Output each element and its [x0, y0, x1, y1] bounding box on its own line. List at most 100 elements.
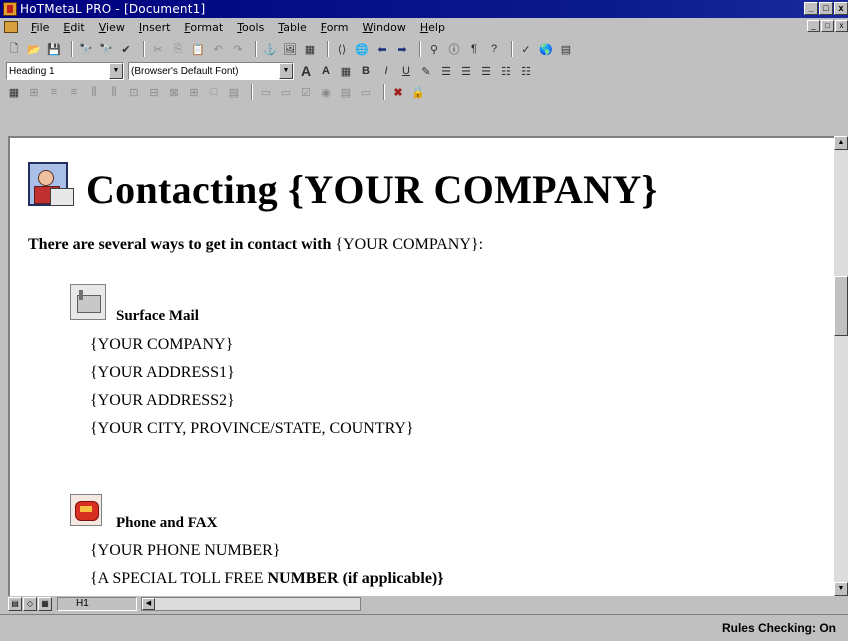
cell-merge-icon[interactable]: ⊡	[126, 84, 142, 100]
form-text-icon[interactable]: ▭	[358, 84, 374, 100]
maximize-button[interactable]: □	[819, 2, 833, 15]
minimize-button[interactable]: _	[804, 2, 818, 15]
menu-insert[interactable]: Insert	[132, 21, 178, 34]
form-list-icon[interactable]: ▤	[338, 84, 354, 100]
validate-icon[interactable]: ✓	[518, 41, 534, 57]
column-insert-icon[interactable]: ⫼	[86, 84, 102, 100]
scroll-up-icon[interactable]: ▲	[834, 136, 848, 150]
scroll-left-icon[interactable]: ◀	[142, 598, 155, 610]
mail-line: {YOUR ADDRESS1}	[90, 364, 235, 381]
border-icon[interactable]: □	[206, 84, 222, 100]
info-icon[interactable]: ⓘ	[446, 41, 462, 57]
menu-form[interactable]: Form	[314, 21, 356, 34]
align-right-icon[interactable]: ☰	[478, 63, 494, 79]
form-field-icon[interactable]: ▭	[258, 84, 274, 100]
browse-icon[interactable]: ⚲	[426, 41, 442, 57]
style-icon[interactable]: ✎	[418, 63, 434, 79]
doc-restore-button[interactable]: □	[821, 20, 834, 32]
form-button-icon[interactable]: ▭	[278, 84, 294, 100]
font-size-increase-icon[interactable]: A	[298, 63, 314, 79]
tools-icon[interactable]: ✖	[390, 84, 406, 100]
tags-view-icon[interactable]: ◇	[23, 597, 37, 611]
window-title: HoTMetaL PRO - [Document1]	[20, 2, 206, 16]
menu-tools[interactable]: Tools	[230, 21, 271, 34]
paragraph-style-select[interactable]: Heading 1 ▼	[6, 62, 124, 80]
menu-table[interactable]: Table	[271, 21, 313, 34]
close-button[interactable]: x	[834, 2, 848, 15]
chevron-down-icon[interactable]: ▼	[109, 63, 123, 79]
window-controls: _ □ x	[804, 2, 848, 15]
align-left-icon[interactable]: ☰	[438, 63, 454, 79]
preview-icon[interactable]: 🌐	[354, 41, 370, 57]
row-delete-icon[interactable]: ≡	[66, 84, 82, 100]
lock-icon[interactable]: 🔒	[410, 84, 426, 100]
shading-icon[interactable]: ▤	[226, 84, 242, 100]
source-view-icon[interactable]: ▦	[38, 597, 52, 611]
intro-regular-text: {YOUR COMPANY}:	[331, 236, 484, 253]
form-radio-icon[interactable]: ◉	[318, 84, 334, 100]
rules-checking-status: Rules Checking: On	[721, 621, 836, 635]
table-properties-icon[interactable]: ⊞	[186, 84, 202, 100]
undo-icon[interactable]: ↶	[210, 41, 226, 57]
color-icon[interactable]: ▦	[338, 63, 354, 79]
menu-window[interactable]: Window	[355, 21, 412, 34]
table-grid-icon[interactable]: ▦	[6, 84, 22, 100]
underline-icon[interactable]: U	[398, 63, 414, 79]
new-icon[interactable]: 🗋	[6, 41, 22, 57]
paragraph-icon[interactable]: ¶	[466, 41, 482, 57]
bulleted-list-icon[interactable]: ☷	[518, 63, 534, 79]
menu-help[interactable]: Help	[413, 21, 452, 34]
cell-properties-icon[interactable]: ⊠	[166, 84, 182, 100]
find-icon[interactable]: 🔭	[78, 41, 94, 57]
cut-icon[interactable]: ✂	[150, 41, 166, 57]
find-next-icon[interactable]: 🔭	[98, 41, 114, 57]
image-icon[interactable]: 🖼	[282, 41, 298, 57]
redo-icon[interactable]: ↷	[230, 41, 246, 57]
doc-minimize-button[interactable]: _	[807, 20, 820, 32]
toll-free-regular-text: {A SPECIAL TOLL FREE	[90, 570, 268, 587]
show-tags-icon[interactable]: ⟨⟩	[334, 41, 350, 57]
link-icon[interactable]: ⚓	[262, 41, 278, 57]
scroll-thumb[interactable]	[834, 276, 848, 336]
toolbar-separator	[511, 41, 513, 57]
numbered-list-icon[interactable]: ☷	[498, 63, 514, 79]
menu-format[interactable]: Format	[177, 21, 230, 34]
chevron-down-icon[interactable]: ▼	[279, 63, 293, 79]
document-area[interactable]: Contacting {YOUR COMPANY} There are seve…	[8, 136, 834, 596]
align-center-icon[interactable]: ☰	[458, 63, 474, 79]
web-icon[interactable]: 🌎	[538, 41, 554, 57]
back-icon[interactable]: ⬅	[374, 41, 390, 57]
table-icon[interactable]: ▦	[302, 41, 318, 57]
table-insert-icon[interactable]: ⊞	[26, 84, 42, 100]
toolbar-separator	[143, 41, 145, 57]
bold-icon[interactable]: B	[358, 63, 374, 79]
bottom-bar: ▤ ◇ ▦ H1 ◀	[8, 596, 848, 612]
help-icon[interactable]: ?	[486, 41, 502, 57]
document-icon[interactable]	[4, 21, 18, 33]
spell-check-icon[interactable]: ✔	[118, 41, 134, 57]
italic-icon[interactable]: I	[378, 63, 394, 79]
horizontal-scrollbar[interactable]: ◀	[141, 597, 361, 611]
telephone-icon	[70, 494, 102, 526]
menu-edit[interactable]: Edit	[56, 21, 91, 34]
scroll-down-icon[interactable]: ▼	[834, 582, 848, 596]
publish-icon[interactable]: ▤	[558, 41, 574, 57]
doc-close-button[interactable]: x	[835, 20, 848, 32]
form-check-icon[interactable]: ☑	[298, 84, 314, 100]
menu-view[interactable]: View	[92, 21, 132, 34]
menu-file[interactable]: File	[24, 21, 56, 34]
open-icon[interactable]: 📂	[26, 41, 42, 57]
app-icon[interactable]	[3, 2, 17, 16]
save-icon[interactable]: 💾	[46, 41, 62, 57]
copy-icon[interactable]: ⎘	[170, 41, 186, 57]
vertical-scrollbar[interactable]: ▲ ▼	[834, 136, 848, 596]
mail-line: {YOUR COMPANY}	[90, 336, 234, 353]
forward-icon[interactable]: ➡	[394, 41, 410, 57]
column-delete-icon[interactable]: ⫼	[106, 84, 122, 100]
font-size-decrease-icon[interactable]: A	[318, 63, 334, 79]
paste-icon[interactable]: 📋	[190, 41, 206, 57]
row-insert-icon[interactable]: ≡	[46, 84, 62, 100]
cell-split-icon[interactable]: ⊟	[146, 84, 162, 100]
normal-view-icon[interactable]: ▤	[8, 597, 22, 611]
font-select[interactable]: (Browser's Default Font) ▼	[128, 62, 294, 80]
